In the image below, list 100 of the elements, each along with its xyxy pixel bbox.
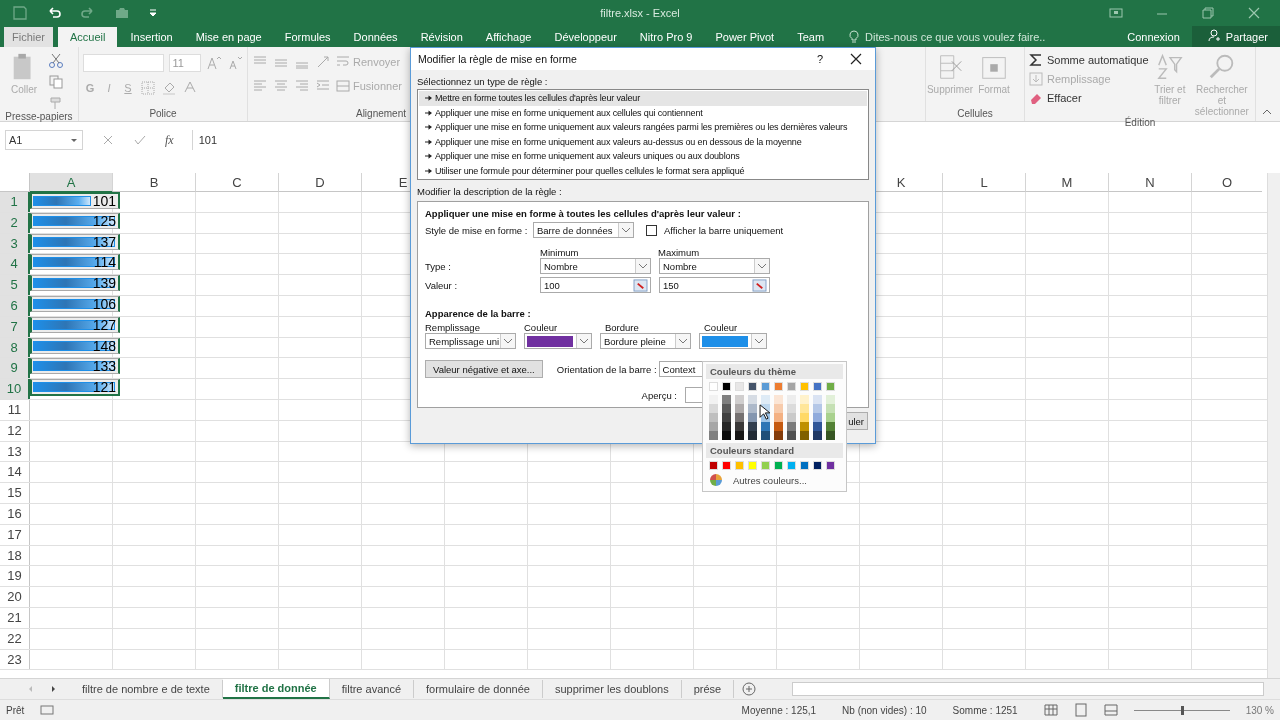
color-swatch[interactable]	[787, 461, 796, 470]
color-swatch[interactable]	[800, 431, 809, 440]
sheet-tab[interactable]: supprimer les doublons	[543, 680, 682, 698]
row-header[interactable]: 6	[0, 296, 30, 316]
color-swatch[interactable]	[709, 422, 718, 431]
macro-record-icon[interactable]	[40, 703, 55, 717]
color-swatch[interactable]	[774, 413, 783, 422]
color-swatch[interactable]	[709, 461, 718, 470]
border-color-picker[interactable]	[699, 333, 767, 349]
color-swatch[interactable]	[787, 404, 796, 413]
fill-select[interactable]: Remplissage uni	[425, 333, 516, 349]
color-swatch[interactable]	[761, 382, 770, 391]
rule-type-item[interactable]: Appliquer une mise en forme uniquement aux valeurs uniques ou aux doublons	[419, 149, 867, 164]
grow-font-icon[interactable]	[206, 55, 222, 71]
scissors-icon[interactable]	[48, 53, 64, 69]
row-header[interactable]: 1	[0, 192, 30, 212]
color-swatch[interactable]	[761, 461, 770, 470]
ribbon-tab[interactable]: Formules	[274, 27, 341, 47]
sign-in-link[interactable]: Connexion	[1115, 27, 1192, 47]
rule-type-item[interactable]: Appliquer une mise en forme uniquement aux valeurs rangées parmi les premières ou les dernières valeurs	[419, 120, 867, 135]
color-swatch[interactable]	[761, 431, 770, 440]
row-header[interactable]: 7	[0, 316, 30, 337]
color-swatch[interactable]	[761, 422, 770, 431]
border-select[interactable]: Bordure pleine	[600, 333, 691, 349]
style-select[interactable]: Barre de données	[533, 222, 634, 238]
column-header[interactable]: O	[1192, 173, 1262, 192]
ribbon-tab[interactable]: Team	[787, 27, 835, 47]
column-header[interactable]: N	[1109, 173, 1192, 192]
ribbon-tab[interactable]: Révision	[410, 27, 473, 47]
fill-color-icon[interactable]	[161, 80, 177, 96]
undo-icon[interactable]	[46, 5, 62, 21]
color-swatch[interactable]	[748, 395, 757, 404]
color-swatch[interactable]	[787, 431, 796, 440]
color-swatch[interactable]	[826, 422, 835, 431]
color-swatch[interactable]	[722, 461, 731, 470]
check-icon[interactable]	[133, 133, 147, 147]
align-center-icon[interactable]	[273, 78, 289, 94]
ribbon-tab[interactable]: Nitro Pro 9	[629, 27, 703, 47]
color-swatch[interactable]	[813, 422, 822, 431]
color-swatch[interactable]	[800, 382, 809, 391]
color-swatch[interactable]	[722, 422, 731, 431]
orientation-select[interactable]: Context	[658, 361, 704, 377]
checkbox[interactable]	[646, 224, 657, 236]
ribbon-tab[interactable]: Accueil	[58, 27, 118, 47]
color-swatch[interactable]	[813, 461, 822, 470]
color-swatch[interactable]	[761, 395, 770, 404]
column-header[interactable]: C	[196, 173, 279, 192]
ribbon-tab[interactable]: Développeur	[544, 27, 627, 47]
row-header[interactable]: 2	[0, 212, 30, 233]
ribbon-tab[interactable]: Affichage	[475, 27, 542, 47]
align-right-icon[interactable]	[294, 78, 310, 94]
color-swatch[interactable]	[735, 431, 744, 440]
maximum-type-select[interactable]: Nombre	[659, 258, 770, 274]
redo-icon[interactable]	[80, 5, 96, 21]
add-sheet-icon[interactable]	[742, 682, 757, 696]
column-header[interactable]: A	[30, 173, 113, 193]
page-layout-icon[interactable]	[1073, 703, 1088, 717]
color-swatch[interactable]	[813, 413, 822, 422]
share-button[interactable]: Partager	[1191, 26, 1280, 47]
color-swatch[interactable]	[774, 461, 783, 470]
restore-icon[interactable]	[1200, 5, 1216, 21]
sheet-tab[interactable]: filtre de nombre e de texte	[70, 680, 223, 698]
align-left-icon[interactable]	[252, 78, 268, 94]
more-colors-item[interactable]: Autres couleurs...	[733, 474, 807, 486]
color-swatch[interactable]	[748, 461, 757, 470]
save-icon[interactable]	[12, 5, 28, 21]
color-swatch[interactable]	[800, 395, 809, 404]
tell-me-field[interactable]: Dites-nous ce que vous voulez faire..	[861, 27, 1085, 47]
color-swatch[interactable]	[709, 413, 718, 422]
color-swatch[interactable]	[722, 395, 731, 404]
select-all-corner[interactable]	[0, 173, 30, 192]
color-swatch[interactable]	[826, 431, 835, 440]
color-swatch[interactable]	[813, 395, 822, 404]
vertical-scrollbar[interactable]	[1267, 173, 1280, 678]
copy-icon[interactable]	[48, 74, 64, 90]
color-swatch[interactable]	[722, 404, 731, 413]
zoom-level[interactable]: 130 %	[1245, 704, 1274, 716]
minimum-value-field[interactable]: 100	[540, 277, 651, 293]
rule-type-item[interactable]: Mettre en forme toutes les cellules d'après leur valeur	[419, 91, 867, 106]
column-header[interactable]: L	[943, 173, 1026, 192]
color-swatch[interactable]	[709, 395, 718, 404]
color-swatch[interactable]	[735, 413, 744, 422]
color-swatch[interactable]	[722, 382, 731, 391]
color-swatch[interactable]	[735, 404, 744, 413]
ribbon-tab[interactable]: Mise en page	[185, 27, 272, 47]
row-header[interactable]: 9	[0, 358, 30, 379]
maximum-value-field[interactable]: 150	[659, 277, 770, 293]
ribbon-tab[interactable]: Insertion	[120, 27, 183, 47]
color-swatch[interactable]	[774, 422, 783, 431]
color-swatch[interactable]	[826, 395, 835, 404]
row-header[interactable]: 4	[0, 254, 30, 275]
shrink-font-icon[interactable]	[227, 55, 243, 71]
color-swatch[interactable]	[722, 431, 731, 440]
cell-reference-icon[interactable]	[752, 279, 767, 292]
column-header[interactable]: D	[279, 173, 362, 192]
camera-icon[interactable]	[114, 5, 130, 21]
help-button[interactable]: ?	[816, 53, 823, 65]
color-swatch[interactable]	[774, 395, 783, 404]
row-header[interactable]: 10	[0, 379, 30, 399]
font-name-field[interactable]	[83, 54, 164, 72]
